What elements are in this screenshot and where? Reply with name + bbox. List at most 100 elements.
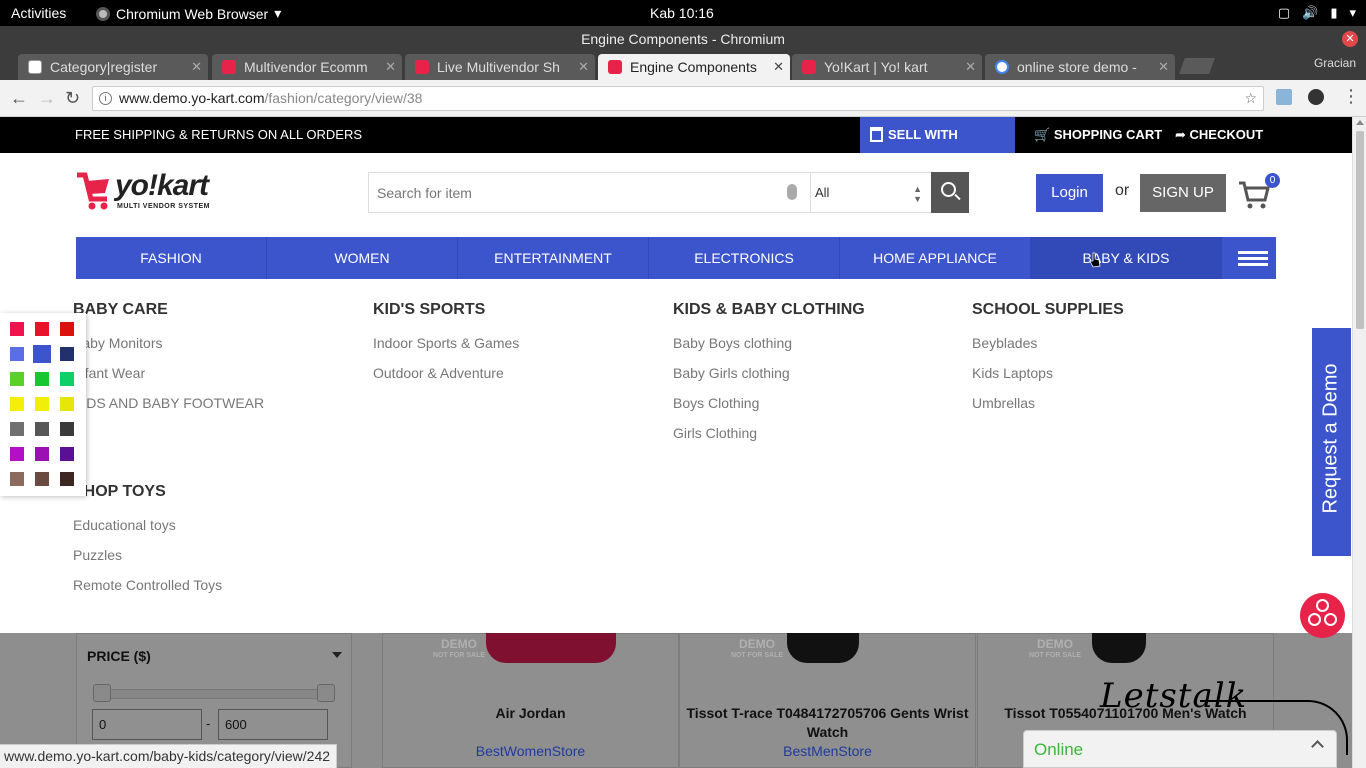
- system-tray[interactable]: ▢ 🔊 ▮ ▾: [1278, 5, 1356, 21]
- color-swatch[interactable]: [10, 472, 24, 486]
- page-scrollbar[interactable]: [1352, 117, 1366, 768]
- mega-menu-link[interactable]: Educational toys: [73, 517, 222, 547]
- tab-online-store-demo[interactable]: online store demo - ✕: [985, 54, 1175, 80]
- close-tab-icon[interactable]: ✕: [965, 54, 976, 80]
- login-button[interactable]: Login: [1036, 174, 1103, 212]
- product-store-link[interactable]: BestMenStore: [679, 743, 976, 759]
- activities-button[interactable]: Activities: [11, 5, 66, 21]
- color-swatch[interactable]: [10, 422, 24, 436]
- mega-menu-link[interactable]: Baby Monitors: [73, 335, 264, 365]
- color-swatch[interactable]: [60, 322, 74, 336]
- mega-column-title[interactable]: KIDS & BABY CLOTHING: [673, 301, 865, 323]
- price-slider-max-handle[interactable]: [317, 684, 335, 702]
- close-tab-icon[interactable]: ✕: [191, 54, 202, 80]
- signup-button[interactable]: SIGN UP: [1140, 174, 1226, 212]
- scrollbar-thumb[interactable]: [1356, 131, 1364, 329]
- color-swatch[interactable]: [60, 397, 74, 411]
- price-filter-title[interactable]: PRICE ($): [87, 648, 151, 664]
- search-input[interactable]: [369, 173, 809, 212]
- mega-menu-link[interactable]: Girls Clothing: [673, 425, 865, 455]
- address-bar[interactable]: i www.demo.yo-kart.com/fashion/category/…: [92, 86, 1264, 111]
- product-image[interactable]: [486, 633, 616, 663]
- price-slider-min-handle[interactable]: [93, 684, 111, 702]
- forward-icon[interactable]: →: [38, 88, 56, 109]
- color-swatch[interactable]: [35, 472, 49, 486]
- nav-women[interactable]: WOMEN: [267, 237, 458, 279]
- color-swatch[interactable]: [33, 345, 51, 363]
- color-swatch[interactable]: [60, 372, 74, 386]
- extension-icon[interactable]: [1308, 89, 1324, 105]
- tab-live-multivendor[interactable]: Live Multivendor Sh ✕: [405, 54, 595, 80]
- product-store-link[interactable]: BestWomenStore: [382, 743, 679, 759]
- color-swatch[interactable]: [60, 422, 74, 436]
- menu-kebab-icon[interactable]: ⋮: [1342, 86, 1360, 107]
- nav-entertainment[interactable]: ENTERTAINMENT: [458, 237, 649, 279]
- color-swatch[interactable]: [35, 372, 49, 386]
- product-name[interactable]: Tissot T-race T0484172705706 Gents Wrist…: [679, 704, 976, 742]
- site-logo[interactable]: yo!kart MULTI VENDOR SYSTEM: [75, 167, 225, 215]
- nav-fashion[interactable]: FASHION: [76, 237, 267, 279]
- color-swatch[interactable]: [35, 397, 49, 411]
- price-min-input[interactable]: 0: [92, 709, 202, 740]
- checkout-link[interactable]: ➦ CHECKOUT: [1175, 127, 1263, 143]
- close-tab-icon[interactable]: ✕: [385, 54, 396, 80]
- color-swatch[interactable]: [60, 347, 74, 361]
- color-swatch[interactable]: [10, 347, 24, 361]
- mega-menu-link[interactable]: Kids Laptops: [972, 365, 1124, 395]
- profile-button[interactable]: Gracian: [1314, 56, 1356, 70]
- color-swatch[interactable]: [35, 322, 49, 336]
- back-icon[interactable]: ←: [10, 88, 28, 109]
- caret-down-icon[interactable]: [332, 652, 342, 658]
- mega-menu-link[interactable]: Baby Girls clothing: [673, 365, 865, 395]
- mega-column-title[interactable]: SCHOOL SUPPLIES: [972, 301, 1124, 323]
- tab-yokart[interactable]: Yo!Kart | Yo! kart ✕: [792, 54, 982, 80]
- nav-baby-kids[interactable]: BABY & KIDS: [1031, 237, 1222, 279]
- chat-widget-icon[interactable]: [1300, 593, 1345, 638]
- mega-column-title[interactable]: KID'S SPORTS: [373, 301, 519, 323]
- price-slider-track[interactable]: [98, 689, 328, 699]
- product-image[interactable]: [1092, 633, 1146, 663]
- mega-column-title[interactable]: SHOP TOYS: [73, 483, 222, 505]
- nav-home-appliance[interactable]: HOME APPLIANCE: [840, 237, 1031, 279]
- mega-menu-link[interactable]: Umbrellas: [972, 395, 1124, 425]
- mega-menu-link[interactable]: Puzzles: [73, 547, 222, 577]
- sell-with-yokart-button[interactable]: SELL WITH YOKART: [860, 117, 1015, 178]
- chevron-up-icon[interactable]: [1311, 740, 1324, 753]
- mega-menu-link[interactable]: KIDS AND BABY FOOTWEAR: [73, 395, 264, 425]
- color-swatch[interactable]: [10, 397, 24, 411]
- live-chat-bar[interactable]: Online: [1023, 730, 1337, 768]
- shopping-cart-link[interactable]: 🛒 SHOPPING CART: [1034, 127, 1162, 143]
- new-tab-button[interactable]: [1179, 58, 1215, 74]
- product-name[interactable]: Air Jordan: [382, 704, 679, 723]
- mega-column-title[interactable]: BABY CARE: [73, 301, 264, 323]
- hamburger-menu-icon[interactable]: [1222, 237, 1276, 279]
- bookmark-star-icon[interactable]: ☆: [1244, 87, 1257, 110]
- mega-menu-link[interactable]: Outdoor & Adventure: [373, 365, 519, 395]
- app-menu[interactable]: Chromium Web Browser ▾: [96, 5, 281, 22]
- category-select[interactable]: All ▲ ▼: [810, 173, 930, 212]
- mega-menu-link[interactable]: Remote Controlled Toys: [73, 577, 222, 607]
- info-icon[interactable]: i: [99, 92, 112, 105]
- tab-category-register[interactable]: Category|register ✕: [18, 54, 208, 80]
- tab-multivendor-ecomm[interactable]: Multivendor Ecomm ✕: [212, 54, 402, 80]
- close-tab-icon[interactable]: ✕: [773, 54, 784, 80]
- mega-menu-link[interactable]: Beyblades: [972, 335, 1124, 365]
- microphone-icon[interactable]: [787, 184, 797, 200]
- color-swatch[interactable]: [35, 422, 49, 436]
- color-swatch[interactable]: [35, 447, 49, 461]
- color-swatch[interactable]: [60, 472, 74, 486]
- color-swatch[interactable]: [10, 372, 24, 386]
- color-swatch[interactable]: [60, 447, 74, 461]
- close-tab-icon[interactable]: ✕: [1158, 54, 1169, 80]
- mega-menu-link[interactable]: Boys Clothing: [673, 395, 865, 425]
- scroll-up-icon[interactable]: [1356, 120, 1364, 125]
- product-image[interactable]: [787, 633, 859, 663]
- close-tab-icon[interactable]: ✕: [578, 54, 589, 80]
- clock[interactable]: Kab 10:16: [650, 5, 714, 21]
- extension-icon[interactable]: [1276, 89, 1292, 105]
- search-button[interactable]: [931, 172, 969, 213]
- color-swatch[interactable]: [10, 447, 24, 461]
- reload-icon[interactable]: ↻: [65, 88, 80, 109]
- mega-menu-link[interactable]: Baby Boys clothing: [673, 335, 865, 365]
- close-window-icon[interactable]: ✕: [1342, 31, 1358, 47]
